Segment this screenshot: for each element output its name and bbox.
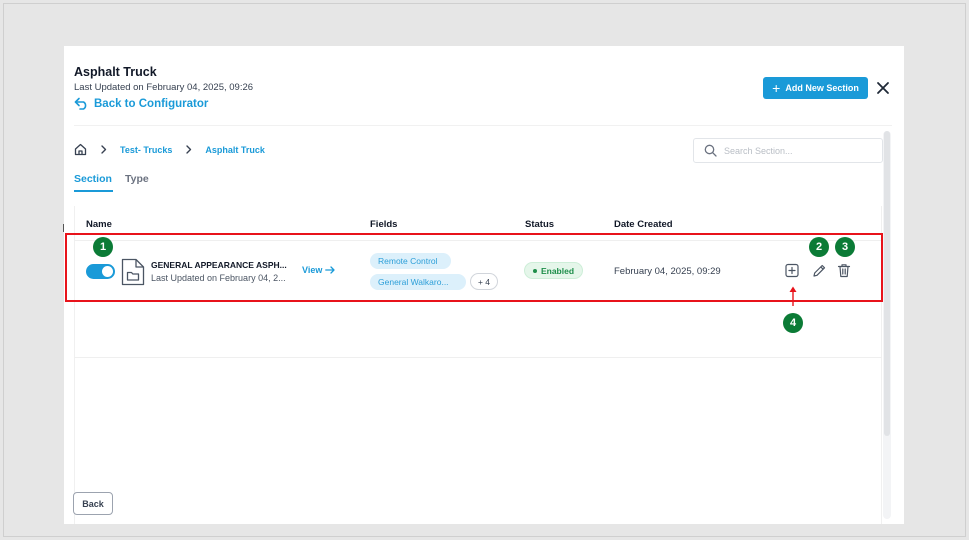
home-icon[interactable]: [74, 143, 87, 156]
chevron-right-icon: [186, 145, 192, 154]
header-divider: [74, 125, 892, 126]
search-icon: [704, 144, 717, 157]
callout-badge-4: 4: [783, 313, 803, 333]
tab-section[interactable]: Section: [74, 173, 112, 185]
tab-type[interactable]: Type: [125, 173, 149, 185]
search-input[interactable]: [724, 145, 874, 156]
plus-icon: +: [772, 79, 781, 96]
row-divider: [74, 357, 882, 358]
scrollbar-thumb[interactable]: [884, 131, 890, 436]
callout-badge-1: 1: [93, 237, 113, 257]
column-header-date-created: Date Created: [614, 219, 673, 230]
column-header-name: Name: [86, 219, 112, 230]
row-highlight-box: [65, 233, 883, 302]
breadcrumb-test-trucks[interactable]: Test- Trucks: [120, 145, 172, 155]
callout-arrow-icon: [789, 286, 797, 306]
chevron-right-icon: [101, 145, 107, 154]
column-header-fields: Fields: [370, 219, 398, 230]
search-box: [693, 138, 883, 163]
column-header-status: Status: [525, 219, 555, 230]
callout-badge-3: 3: [835, 237, 855, 257]
undo-arrow-icon: [74, 97, 87, 110]
page-title: Asphalt Truck: [74, 65, 157, 79]
table-edge-mark: [63, 224, 64, 232]
breadcrumb-asphalt-truck[interactable]: Asphalt Truck: [205, 145, 265, 155]
active-tab-indicator: [74, 190, 113, 192]
close-icon[interactable]: [875, 80, 891, 96]
back-to-configurator-link[interactable]: Back to Configurator: [74, 97, 208, 110]
add-new-section-label: Add New Section: [785, 83, 859, 93]
add-new-section-button[interactable]: + Add New Section: [763, 77, 868, 99]
section-panel: Asphalt Truck Last Updated on February 0…: [63, 46, 904, 524]
page-subtitle: Last Updated on February 04, 2025, 09:26: [74, 82, 254, 93]
breadcrumb: Test- Trucks Asphalt Truck: [74, 143, 277, 156]
back-button[interactable]: Back: [73, 492, 113, 515]
back-to-configurator-label: Back to Configurator: [94, 97, 209, 110]
callout-badge-2: 2: [809, 237, 829, 257]
